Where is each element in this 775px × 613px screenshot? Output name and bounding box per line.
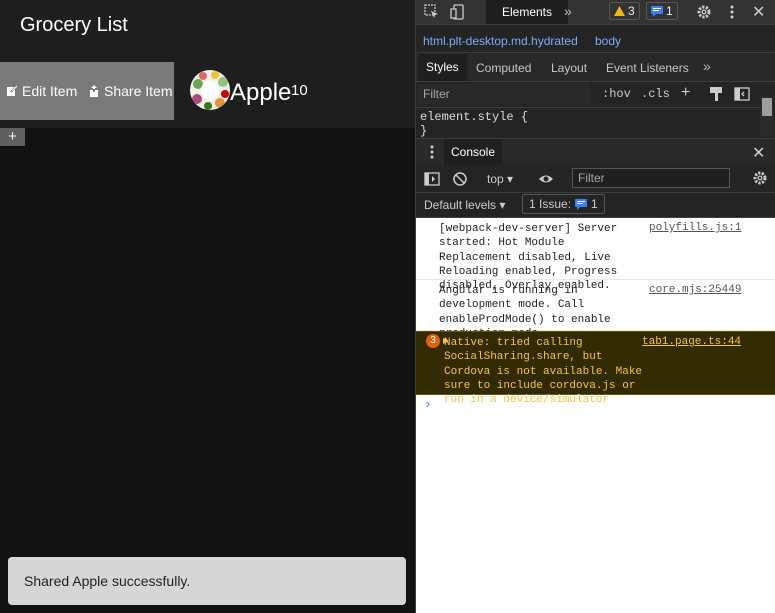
toast: Shared Apple successfully. bbox=[8, 557, 406, 605]
styles-subtabs: Styles Computed Layout Event Listeners » bbox=[416, 54, 775, 82]
more-subtabs-button[interactable]: » bbox=[703, 58, 711, 74]
chevron-down-icon: ▾ bbox=[499, 198, 506, 212]
more-tabs-button[interactable]: » bbox=[564, 3, 572, 19]
add-rule-icon[interactable]: + bbox=[681, 84, 690, 102]
kebab-menu-icon[interactable] bbox=[724, 4, 740, 20]
edit-item-label: Edit Item bbox=[22, 83, 78, 99]
chevron-down-icon: ▾ bbox=[507, 172, 514, 186]
warning-icon bbox=[614, 6, 625, 16]
console-output: [webpack-dev-server] Server started: Hot… bbox=[416, 218, 775, 613]
warnings-badge[interactable]: 3 bbox=[609, 2, 640, 20]
gear-icon[interactable] bbox=[696, 4, 712, 20]
styles-pane: element.style { } bbox=[416, 108, 759, 138]
warnings-count: 3 bbox=[628, 4, 635, 18]
console-prompt[interactable]: › bbox=[424, 397, 432, 412]
issues-label: 1 Issue: bbox=[529, 197, 572, 211]
item-name: Apple bbox=[230, 79, 292, 106]
breadcrumb-body[interactable]: body bbox=[595, 34, 621, 48]
toast-message: Shared Apple successfully. bbox=[24, 573, 191, 589]
messages-count: 1 bbox=[666, 4, 673, 18]
tab-computed[interactable]: Computed bbox=[476, 61, 531, 75]
tab-event-listeners[interactable]: Event Listeners bbox=[606, 61, 689, 75]
toggle-sidebar-icon[interactable] bbox=[734, 86, 750, 102]
tab-elements[interactable]: Elements bbox=[486, 0, 568, 24]
device-toolbar-icon[interactable] bbox=[450, 4, 466, 20]
console-levels-row: Default levels ▾ 1 Issue: 1 bbox=[416, 193, 775, 218]
console-toolbar: top ▾ bbox=[416, 165, 775, 193]
cls-toggle[interactable]: .cls bbox=[641, 87, 670, 101]
console-warning-message: 3 ▶ Native: tried calling SocialSharing.… bbox=[416, 331, 775, 406]
console-message: Angular is running in development mode. … bbox=[416, 280, 775, 340]
tab-styles[interactable]: Styles bbox=[418, 54, 467, 81]
devtools-panel: Elements » 3 1 ✕ html.plt-desktop.md.hyd… bbox=[415, 0, 775, 613]
message-text: Native: tried calling SocialSharing.shar… bbox=[444, 337, 649, 407]
log-levels-dropdown[interactable]: Default levels ▾ bbox=[424, 198, 505, 212]
issues-button[interactable]: 1 Issue: 1 bbox=[522, 194, 605, 214]
avatar bbox=[190, 70, 230, 110]
share-item-label: Share Item bbox=[104, 83, 173, 99]
scrollbar-thumb[interactable] bbox=[762, 98, 772, 116]
issue-message-icon bbox=[575, 198, 588, 210]
console-settings-gear-icon[interactable] bbox=[752, 170, 768, 186]
clear-console-icon[interactable] bbox=[452, 171, 468, 187]
message-icon bbox=[651, 5, 663, 17]
context-value: top bbox=[487, 172, 504, 186]
log-levels-label: Default levels bbox=[424, 198, 497, 212]
app-header: Grocery List bbox=[0, 0, 415, 52]
message-source-link[interactable]: core.mjs:25449 bbox=[649, 284, 741, 296]
message-source-link[interactable]: tab1.page.ts:44 bbox=[642, 336, 741, 348]
tab-layout[interactable]: Layout bbox=[551, 61, 587, 75]
share-item-button[interactable]: Share Item bbox=[88, 83, 172, 99]
element-style-open[interactable]: element.style { bbox=[420, 110, 528, 124]
styles-scrollbar[interactable] bbox=[760, 96, 774, 137]
inspect-element-icon[interactable] bbox=[424, 4, 440, 20]
element-style-close: } bbox=[420, 124, 428, 138]
drawer-menu-icon[interactable] bbox=[424, 144, 440, 160]
context-select[interactable]: top ▾ bbox=[487, 172, 513, 186]
messages-badge[interactable]: 1 bbox=[646, 2, 678, 20]
console-filter-input[interactable] bbox=[572, 168, 730, 188]
share-icon bbox=[90, 85, 98, 97]
styles-filter-row: :hov .cls + bbox=[416, 82, 775, 108]
message-source-link[interactable]: polyfills.js:1 bbox=[649, 222, 741, 234]
paint-brush-icon[interactable] bbox=[708, 86, 724, 102]
breadcrumb: html.plt-desktop.md.hydrated body bbox=[416, 30, 775, 53]
eye-icon[interactable] bbox=[538, 171, 554, 187]
edit-icon bbox=[7, 85, 18, 96]
sidebar-toggle-icon[interactable] bbox=[424, 171, 440, 187]
drawer-toolbar: Console ✕ bbox=[416, 138, 775, 166]
tab-console[interactable]: Console bbox=[444, 139, 502, 165]
close-drawer-icon[interactable]: ✕ bbox=[752, 143, 765, 163]
breadcrumb-html[interactable]: html.plt-desktop.md.hydrated bbox=[423, 34, 578, 48]
devtools-toolbar: Elements » 3 1 ✕ bbox=[416, 0, 775, 25]
page-title: Grocery List bbox=[20, 14, 128, 36]
issues-count: 1 bbox=[591, 197, 598, 211]
repeat-count-badge: 3 bbox=[426, 334, 440, 348]
styles-filter-input[interactable] bbox=[418, 84, 590, 104]
hov-toggle[interactable]: :hov bbox=[602, 87, 631, 101]
app-pane: Grocery List Edit Item Share Item Apple … bbox=[0, 0, 415, 613]
add-item-button[interactable]: + bbox=[0, 128, 25, 146]
item-quantity: 10 bbox=[291, 82, 308, 99]
console-message: [webpack-dev-server] Server started: Hot… bbox=[416, 218, 775, 292]
close-devtools-icon[interactable]: ✕ bbox=[752, 2, 765, 22]
item-options: Edit Item Share Item bbox=[0, 62, 174, 120]
edit-item-button[interactable]: Edit Item bbox=[6, 83, 77, 99]
